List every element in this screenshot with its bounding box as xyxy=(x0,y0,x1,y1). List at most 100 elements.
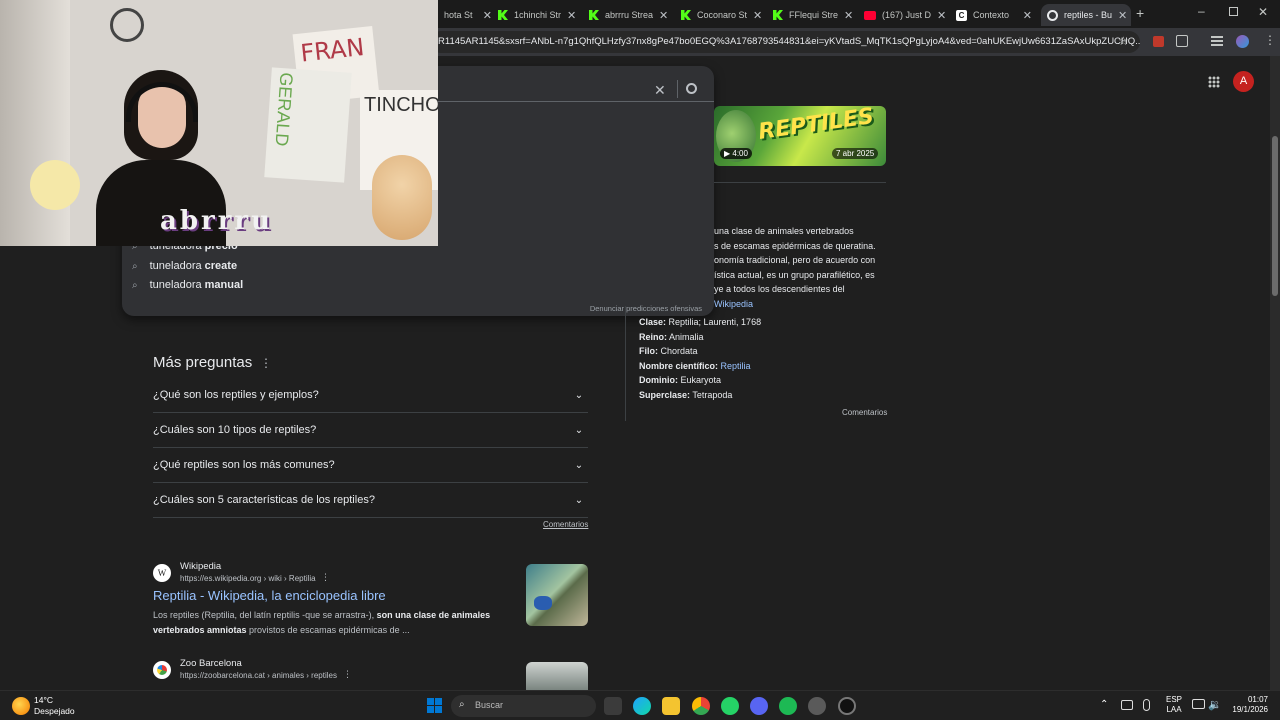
microphone-icon[interactable] xyxy=(1143,699,1150,711)
tab-7[interactable]: C Contexto ✕ xyxy=(950,4,1038,26)
zoo-barcelona-icon xyxy=(153,661,171,679)
app-icon[interactable] xyxy=(838,697,856,715)
more-options-icon[interactable]: ⋮ xyxy=(321,572,330,583)
weather-temp: 14°C xyxy=(34,695,53,705)
result-site-name: Zoo Barcelona xyxy=(180,658,242,669)
tab-6[interactable]: (167) Just D ✕ xyxy=(858,4,946,26)
wikipedia-icon: W xyxy=(153,564,171,582)
close-icon[interactable]: ✕ xyxy=(1118,9,1127,22)
bookmark-star-icon[interactable]: ☆ xyxy=(1118,34,1129,48)
more-options-icon[interactable]: ⋮ xyxy=(343,669,352,680)
divider xyxy=(714,182,886,183)
tray-chevron-up-icon[interactable]: ⌃ xyxy=(1100,699,1108,710)
paa-question[interactable]: ¿Qué son los reptiles y ejemplos? ⌄ xyxy=(153,378,588,413)
tab-1[interactable]: hota St ✕ xyxy=(438,4,498,26)
close-icon[interactable]: ✕ xyxy=(1023,9,1032,22)
kick-icon xyxy=(773,10,783,20)
extensions-puzzle-icon[interactable] xyxy=(1176,35,1188,47)
tab-label: reptiles - Bu xyxy=(1064,10,1113,20)
taskbar-search[interactable]: ⌕ Buscar xyxy=(451,695,596,717)
result-thumbnail[interactable] xyxy=(526,564,588,626)
menu-kebab-icon[interactable]: ⋮ xyxy=(1264,33,1276,47)
scrollbar-thumb[interactable] xyxy=(1272,136,1278,296)
kp-description: una clase de animales vertebrados s de e… xyxy=(714,226,876,309)
chevron-down-icon: ⌄ xyxy=(574,424,584,436)
kp-feedback-link[interactable]: Comentarios xyxy=(842,408,887,417)
search-icon: ⌕ xyxy=(132,279,138,291)
chevron-down-icon: ⌄ xyxy=(574,459,584,471)
wall-clock xyxy=(110,8,144,42)
spotify-icon[interactable] xyxy=(779,697,797,715)
discord-icon[interactable] xyxy=(750,697,768,715)
apps-grid-icon[interactable] xyxy=(1208,76,1220,88)
video-duration: ▶ 4:00 xyxy=(720,148,752,159)
video-thumbnail[interactable]: REPTILES ▶ 4:00 7 abr 2025 xyxy=(714,106,886,166)
whatsapp-icon[interactable] xyxy=(721,697,739,715)
close-icon[interactable]: ✕ xyxy=(659,9,668,22)
tab-2[interactable]: 1chinchi Str ✕ xyxy=(492,4,580,26)
extension-icon[interactable] xyxy=(1153,36,1164,47)
windows-start-icon[interactable] xyxy=(427,698,442,713)
maximize-icon[interactable] xyxy=(1229,7,1238,16)
new-tab-icon[interactable]: + xyxy=(1136,5,1144,21)
report-predictions-link[interactable]: Denunciar predicciones ofensivas xyxy=(590,304,702,313)
tray-app-icon[interactable] xyxy=(1121,700,1133,710)
profile-icon[interactable] xyxy=(1236,35,1249,48)
account-avatar[interactable]: A xyxy=(1233,71,1254,92)
url-field[interactable]: R1145AR1145&sxsrf=ANbL-n7g1QhfQLHzfy37nx… xyxy=(430,31,1140,53)
result-thumbnail[interactable] xyxy=(526,662,588,690)
divider xyxy=(625,306,626,421)
clock[interactable]: 01:07 19/1/2026 xyxy=(1224,695,1268,715)
fan-sign: GERALD xyxy=(264,67,352,183)
network-icon[interactable] xyxy=(1192,699,1205,709)
search-icon: ⌕ xyxy=(132,260,138,272)
close-icon[interactable]: ✕ xyxy=(937,9,946,22)
paa-question[interactable]: ¿Qué reptiles son los más comunes? ⌄ xyxy=(153,448,588,483)
input-language[interactable]: ESP LAA xyxy=(1166,695,1182,715)
clear-search-icon[interactable]: ✕ xyxy=(654,82,666,99)
scrollbar[interactable] xyxy=(1270,56,1280,690)
paa-feedback-link[interactable]: Comentarios xyxy=(543,520,588,529)
kp-fact-row: Dominio: Eukaryota xyxy=(639,375,722,385)
video-date: 7 abr 2025 xyxy=(832,148,879,159)
tab-5[interactable]: FFlequi Stre ✕ xyxy=(767,4,855,26)
google-icon xyxy=(1047,9,1058,21)
weather-icon[interactable] xyxy=(12,697,30,715)
task-view-icon[interactable] xyxy=(604,697,622,715)
kp-fact-row: Nombre científico: Reptilia xyxy=(639,361,751,371)
tab-label: 1chinchi Str xyxy=(514,10,562,20)
minimize-icon[interactable]: – xyxy=(1198,4,1205,18)
paa-question[interactable]: ¿Cuáles son 10 tipos de reptiles? ⌄ xyxy=(153,413,588,448)
search-icon[interactable] xyxy=(686,83,697,94)
chrome-icon[interactable] xyxy=(692,697,710,715)
reading-list-icon[interactable] xyxy=(1211,36,1223,38)
suggestion-item[interactable]: ⌕ tuneladora create xyxy=(132,260,237,272)
chevron-down-icon: ⌄ xyxy=(574,389,584,401)
kp-fact-link[interactable]: Reptilia xyxy=(718,361,751,371)
tab-active[interactable]: reptiles - Bu ✕ xyxy=(1041,4,1131,26)
tab-3[interactable]: abrrru Strea ✕ xyxy=(583,4,671,26)
kp-source-link[interactable]: Wikipedia xyxy=(714,299,753,309)
close-icon[interactable]: ✕ xyxy=(483,9,492,22)
file-explorer-icon[interactable] xyxy=(662,697,680,715)
result-site-name: Wikipedia xyxy=(180,561,222,572)
more-options-icon[interactable]: ⋮ xyxy=(260,356,272,370)
close-icon[interactable]: ✕ xyxy=(844,9,853,22)
volume-icon[interactable]: 🔉 xyxy=(1208,698,1222,711)
result-title-link[interactable]: Reptilia - Wikipedia, la enciclopedia li… xyxy=(153,588,386,603)
tab-4[interactable]: Coconaro St ✕ xyxy=(675,4,763,26)
paa-question[interactable]: ¿Cuáles son 5 características de los rep… xyxy=(153,483,588,518)
reptile-image xyxy=(534,596,552,610)
kp-fact-row: Clase: Reptilia; Laurenti, 1768 xyxy=(639,317,762,327)
window-close-icon[interactable]: ✕ xyxy=(1258,5,1268,19)
close-icon[interactable]: ✕ xyxy=(753,9,762,22)
obs-icon[interactable] xyxy=(808,697,826,715)
close-icon[interactable]: ✕ xyxy=(567,9,576,22)
paa-question-text: ¿Cuáles son 5 características de los rep… xyxy=(153,494,375,506)
video-banner-text: REPTILES xyxy=(756,106,876,145)
suggestion-item[interactable]: ⌕ tuneladora manual xyxy=(132,279,243,291)
tab-label: Coconaro St xyxy=(697,10,748,20)
search-icon: ⌕ xyxy=(459,699,465,710)
divider xyxy=(677,80,678,98)
edge-icon[interactable] xyxy=(633,697,651,715)
